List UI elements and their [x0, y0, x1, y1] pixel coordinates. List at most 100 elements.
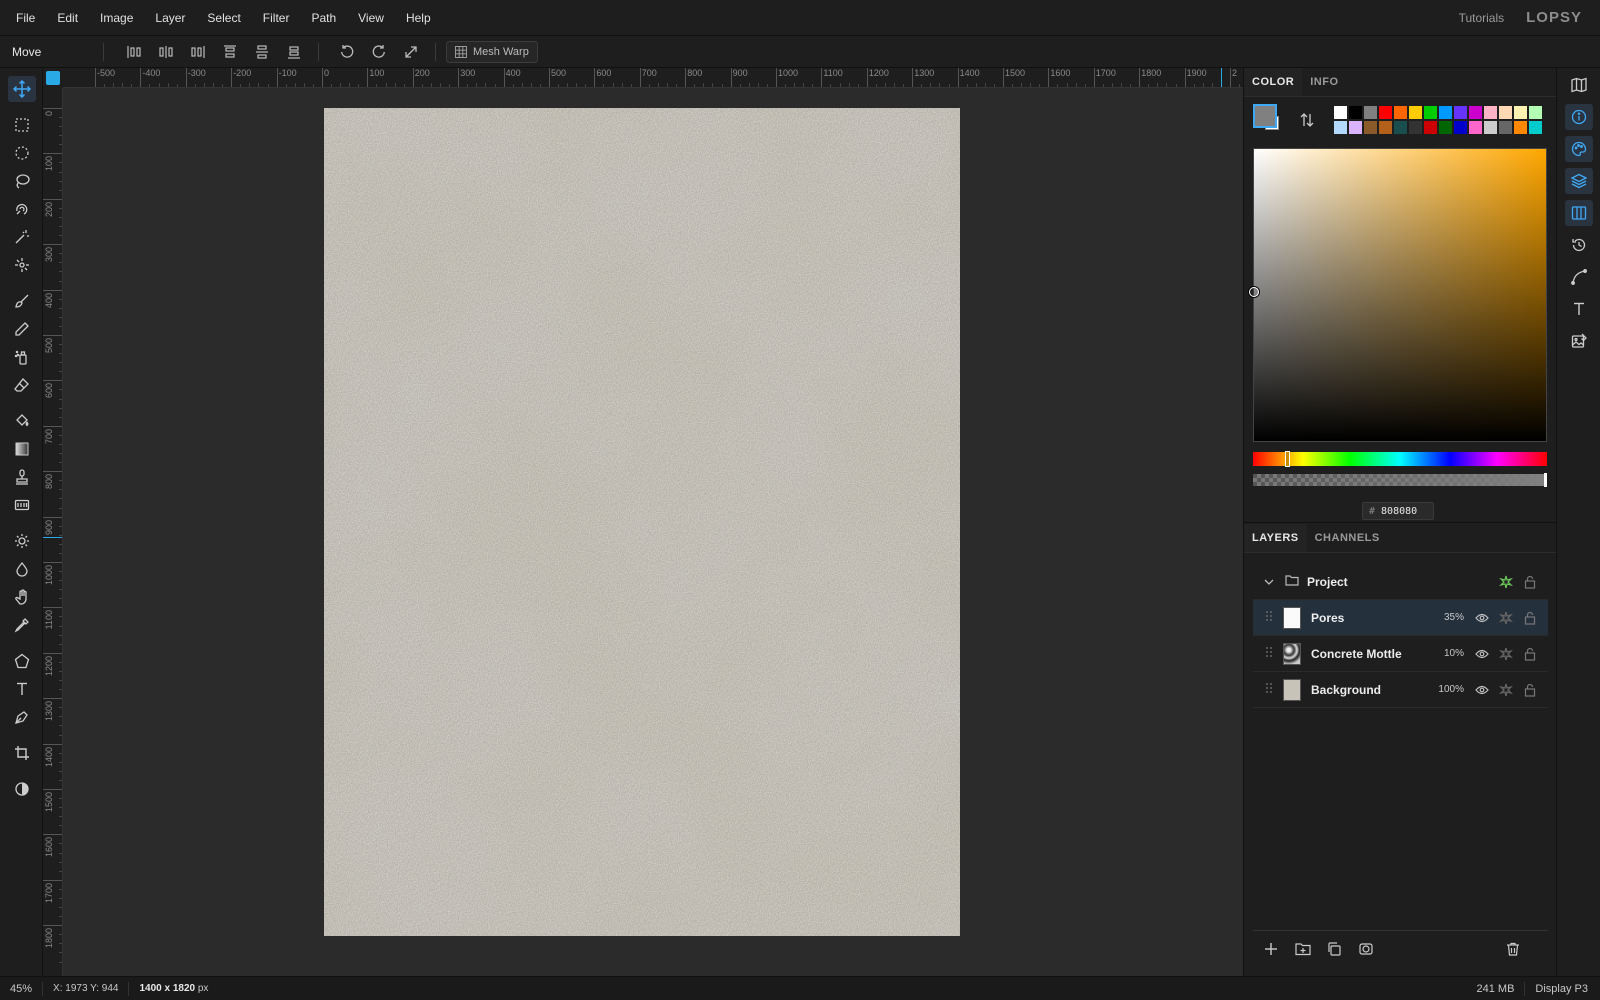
- magnetic-lasso-tool[interactable]: [8, 196, 36, 222]
- menu-path[interactable]: Path: [300, 0, 347, 36]
- layer-row-pores[interactable]: Pores 35%: [1253, 600, 1548, 636]
- swap-colors-button[interactable]: [1299, 112, 1315, 128]
- layer-row-concrete-mottle[interactable]: Concrete Mottle 10%: [1253, 636, 1548, 672]
- crop-tool[interactable]: [8, 740, 36, 766]
- ruler-corner[interactable]: [43, 68, 63, 88]
- menu-select[interactable]: Select: [196, 0, 251, 36]
- layer-name[interactable]: Concrete Mottle: [1311, 647, 1402, 661]
- saturation-brightness-picker[interactable]: [1249, 148, 1547, 442]
- pencil-tool[interactable]: [8, 316, 36, 342]
- layer-name[interactable]: Background: [1311, 683, 1381, 697]
- color-swatch[interactable]: [1469, 121, 1482, 134]
- zoom-level[interactable]: 45%: [0, 981, 44, 996]
- spray-tool[interactable]: [8, 344, 36, 370]
- color-picker-handle[interactable]: [1249, 287, 1259, 297]
- eye-icon[interactable]: [1474, 610, 1490, 626]
- color-swatch[interactable]: [1409, 121, 1422, 134]
- color-panel-button[interactable]: [1565, 136, 1593, 162]
- align-middle-v-button[interactable]: [248, 40, 276, 64]
- rotate-right-button[interactable]: [365, 40, 393, 64]
- color-swatch[interactable]: [1439, 106, 1452, 119]
- tab-color[interactable]: COLOR: [1244, 68, 1303, 96]
- drag-handle-icon[interactable]: [1265, 682, 1273, 697]
- expand-button[interactable]: [397, 40, 425, 64]
- effects-icon[interactable]: [1498, 646, 1514, 662]
- lock-icon[interactable]: [1522, 646, 1538, 662]
- color-swatch[interactable]: [1529, 121, 1542, 134]
- menu-view[interactable]: View: [347, 0, 395, 36]
- channels-panel-button[interactable]: [1565, 200, 1593, 226]
- image-panel-button[interactable]: [1565, 328, 1593, 354]
- character-panel-button[interactable]: [1565, 296, 1593, 322]
- brush-tool[interactable]: [8, 288, 36, 314]
- text-tool[interactable]: [8, 676, 36, 702]
- pattern-tool[interactable]: [8, 492, 36, 518]
- layer-row-background[interactable]: Background 100%: [1253, 672, 1548, 708]
- menu-image[interactable]: Image: [89, 0, 144, 36]
- paths-panel-button[interactable]: [1565, 264, 1593, 290]
- color-swatch[interactable]: [1349, 121, 1362, 134]
- color-swatch[interactable]: [1334, 121, 1347, 134]
- color-swatch[interactable]: [1349, 106, 1362, 119]
- effects-icon[interactable]: [1498, 682, 1514, 698]
- lock-icon[interactable]: [1522, 610, 1538, 626]
- hue-slider-handle[interactable]: [1285, 451, 1290, 467]
- vertical-ruler[interactable]: 0 100 200 300 400 500 600 700 800 900 1000 1100 1200…: [43, 88, 63, 976]
- tab-info[interactable]: INFO: [1302, 68, 1346, 96]
- lock-icon[interactable]: [1522, 574, 1538, 590]
- document-canvas[interactable]: [324, 108, 960, 936]
- fill-tool[interactable]: [8, 408, 36, 434]
- drag-handle-icon[interactable]: [1265, 646, 1273, 661]
- tab-channels[interactable]: CHANNELS: [1307, 524, 1388, 552]
- menu-layer[interactable]: Layer: [144, 0, 196, 36]
- drag-handle-icon[interactable]: [1265, 610, 1273, 625]
- shape-tool[interactable]: [8, 648, 36, 674]
- move-tool[interactable]: [8, 76, 36, 102]
- layer-opacity[interactable]: 35%: [1444, 612, 1464, 623]
- navigator-panel-button[interactable]: [1565, 72, 1593, 98]
- color-swatch[interactable]: [1454, 106, 1467, 119]
- color-swatch[interactable]: [1334, 106, 1347, 119]
- color-swatch[interactable]: [1514, 106, 1527, 119]
- gradient-tool[interactable]: [8, 436, 36, 462]
- color-swatch[interactable]: [1439, 121, 1452, 134]
- color-swatch[interactable]: [1394, 106, 1407, 119]
- duplicate-layer-button[interactable]: [1327, 942, 1341, 959]
- layer-group-project[interactable]: Project: [1253, 564, 1548, 600]
- color-swatch[interactable]: [1499, 121, 1512, 134]
- tutorials-link[interactable]: Tutorials: [1459, 11, 1505, 25]
- hue-slider[interactable]: [1253, 451, 1547, 467]
- horizontal-ruler[interactable]: -500 -400 -300 -200 -100 0 100 200 300 400 500 600 7…: [63, 68, 1243, 88]
- color-swatch[interactable]: [1514, 121, 1527, 134]
- pen-tool[interactable]: [8, 704, 36, 730]
- lock-icon[interactable]: [1522, 682, 1538, 698]
- color-swatch[interactable]: [1499, 106, 1512, 119]
- lasso-tool[interactable]: [8, 168, 36, 194]
- align-bottom-button[interactable]: [280, 40, 308, 64]
- menu-file[interactable]: File: [0, 0, 46, 36]
- eraser-tool[interactable]: [8, 372, 36, 398]
- menu-edit[interactable]: Edit: [46, 0, 89, 36]
- quick-select-tool[interactable]: [8, 252, 36, 278]
- dodge-tool[interactable]: [8, 528, 36, 554]
- chevron-down-icon[interactable]: [1263, 575, 1277, 589]
- color-swatch[interactable]: [1469, 106, 1482, 119]
- eyedropper-tool[interactable]: [8, 612, 36, 638]
- hex-input[interactable]: # 808080: [1362, 502, 1434, 520]
- eye-icon[interactable]: [1474, 682, 1490, 698]
- effects-icon[interactable]: [1498, 610, 1514, 626]
- adjustments-tool[interactable]: [8, 776, 36, 802]
- color-profile[interactable]: Display P3: [1525, 983, 1600, 995]
- color-swatch[interactable]: [1424, 121, 1437, 134]
- color-swatch[interactable]: [1379, 106, 1392, 119]
- menu-filter[interactable]: Filter: [252, 0, 301, 36]
- info-panel-button[interactable]: [1565, 104, 1593, 130]
- smudge-tool[interactable]: [8, 584, 36, 610]
- align-left-button[interactable]: [120, 40, 148, 64]
- add-layer-button[interactable]: [1264, 942, 1278, 959]
- color-swatch[interactable]: [1379, 121, 1392, 134]
- menu-help[interactable]: Help: [395, 0, 442, 36]
- color-swatch[interactable]: [1454, 121, 1467, 134]
- rect-select-tool[interactable]: [8, 112, 36, 138]
- tab-layers[interactable]: LAYERS: [1244, 524, 1307, 552]
